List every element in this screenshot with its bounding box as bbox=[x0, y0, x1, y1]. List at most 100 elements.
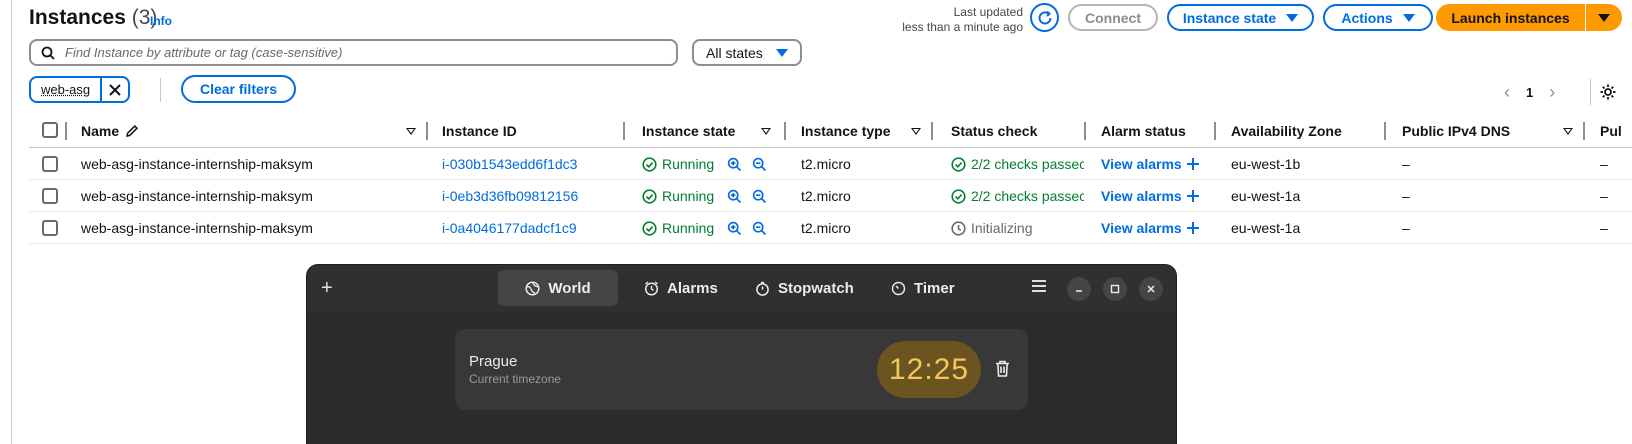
instance-state: Running bbox=[642, 220, 767, 236]
instance-name: web-asg-instance-internship-maksym bbox=[81, 156, 313, 172]
status-check: Initializing bbox=[951, 220, 1032, 236]
instance-id-link[interactable]: i-0a4046177dadcf1c9 bbox=[442, 220, 577, 236]
trash-icon[interactable] bbox=[995, 360, 1010, 377]
check-circle-icon bbox=[642, 189, 657, 204]
zoom-in-icon[interactable] bbox=[727, 157, 742, 172]
column-header-instance-state[interactable]: Instance state bbox=[642, 123, 735, 139]
refresh-icon bbox=[1036, 9, 1054, 27]
add-icon[interactable] bbox=[1187, 222, 1199, 234]
divider bbox=[160, 78, 161, 102]
connect-button[interactable]: Connect bbox=[1068, 4, 1158, 31]
check-circle-icon bbox=[642, 221, 657, 236]
tab-timer[interactable]: Timer bbox=[879, 270, 967, 306]
instance-id-link[interactable]: i-030b1543edd6f1dc3 bbox=[442, 156, 577, 172]
check-circle-icon bbox=[951, 157, 966, 172]
close-window-button[interactable] bbox=[1139, 277, 1163, 301]
search-icon bbox=[41, 46, 55, 60]
info-link[interactable]: Info bbox=[150, 14, 172, 28]
tab-alarms[interactable]: Alarms bbox=[632, 270, 730, 306]
zoom-out-icon[interactable] bbox=[752, 221, 767, 236]
availability-zone: eu-west-1b bbox=[1231, 156, 1300, 172]
availability-zone: eu-west-1a bbox=[1231, 188, 1300, 204]
public-ipv4-dns: – bbox=[1402, 156, 1410, 172]
close-icon bbox=[109, 84, 121, 96]
status-check: 2/2 checks passec bbox=[951, 188, 1084, 204]
instance-state-button[interactable]: Instance state bbox=[1167, 4, 1314, 31]
minimize-button[interactable] bbox=[1067, 277, 1091, 301]
row-checkbox[interactable] bbox=[42, 156, 58, 172]
row-checkbox[interactable] bbox=[42, 220, 58, 236]
filter-icon[interactable] bbox=[761, 128, 771, 135]
instance-type: t2.micro bbox=[801, 220, 851, 236]
launch-instances-group: Launch instances bbox=[1436, 4, 1622, 31]
table-header: Name Instance ID Instance state Instance… bbox=[29, 117, 1632, 148]
view-alarms-link[interactable]: View alarms bbox=[1101, 156, 1182, 172]
prev-page-button[interactable]: ‹ bbox=[1504, 82, 1510, 103]
public-ip: – bbox=[1600, 188, 1608, 204]
close-icon bbox=[1146, 284, 1156, 294]
page-number[interactable]: 1 bbox=[1526, 85, 1533, 100]
gear-icon[interactable] bbox=[1599, 83, 1617, 101]
tab-world[interactable]: World bbox=[498, 270, 618, 306]
instance-state: Running bbox=[642, 188, 767, 204]
column-header-availability-zone[interactable]: Availability Zone bbox=[1231, 123, 1342, 139]
add-icon[interactable] bbox=[1187, 190, 1199, 202]
alarm-icon bbox=[644, 281, 659, 296]
next-page-button[interactable]: › bbox=[1549, 82, 1555, 103]
table-row[interactable]: web-asg-instance-internship-maksym i-030… bbox=[29, 148, 1632, 180]
availability-zone: eu-west-1a bbox=[1231, 220, 1300, 236]
world-clock-card[interactable]: Prague Current timezone 12:25 bbox=[455, 329, 1028, 410]
filter-token-label[interactable]: web-asg bbox=[31, 78, 100, 101]
tab-stopwatch[interactable]: Stopwatch bbox=[743, 270, 866, 306]
clear-filters-button[interactable]: Clear filters bbox=[181, 75, 296, 103]
timer-icon bbox=[891, 281, 906, 296]
states-select[interactable]: All states bbox=[692, 39, 802, 66]
zoom-in-icon[interactable] bbox=[727, 221, 742, 236]
last-updated: Last updated less than a minute ago bbox=[902, 5, 1023, 35]
minimize-icon bbox=[1074, 284, 1084, 294]
add-icon[interactable] bbox=[1187, 158, 1199, 170]
launch-instances-button[interactable]: Launch instances bbox=[1436, 4, 1585, 31]
instance-id-link[interactable]: i-0eb3d36fb09812156 bbox=[442, 188, 578, 204]
alarm-status: View alarms bbox=[1101, 188, 1199, 204]
zoom-in-icon[interactable] bbox=[727, 189, 742, 204]
filter-icon[interactable] bbox=[911, 128, 921, 135]
column-header-public[interactable]: Pul bbox=[1600, 123, 1622, 139]
launch-dropdown-button[interactable] bbox=[1586, 4, 1622, 31]
main-menu-button[interactable] bbox=[1032, 280, 1046, 292]
public-ipv4-dns: – bbox=[1402, 220, 1410, 236]
add-city-button[interactable]: + bbox=[321, 277, 333, 300]
refresh-button[interactable] bbox=[1030, 3, 1059, 32]
status-check: 2/2 checks passec bbox=[951, 156, 1084, 172]
column-header-status-check[interactable]: Status check bbox=[951, 123, 1037, 139]
table-row[interactable]: web-asg-instance-internship-maksym i-0eb… bbox=[29, 180, 1632, 212]
column-header-public-ipv4-dns[interactable]: Public IPv4 DNS bbox=[1402, 123, 1510, 139]
alarm-status: View alarms bbox=[1101, 220, 1199, 236]
public-ipv4-dns: – bbox=[1402, 188, 1410, 204]
check-circle-icon bbox=[951, 189, 966, 204]
filter-icon[interactable] bbox=[1563, 128, 1573, 135]
actions-button[interactable]: Actions bbox=[1323, 4, 1433, 31]
column-header-name[interactable]: Name bbox=[81, 123, 139, 139]
caret-down-icon bbox=[1598, 14, 1610, 22]
public-ip: – bbox=[1600, 156, 1608, 172]
column-header-alarm-status[interactable]: Alarm status bbox=[1101, 123, 1186, 139]
select-all-checkbox[interactable] bbox=[42, 122, 58, 138]
maximize-button[interactable] bbox=[1103, 277, 1127, 301]
left-panel-border bbox=[11, 0, 12, 444]
zoom-out-icon[interactable] bbox=[752, 157, 767, 172]
zoom-out-icon[interactable] bbox=[752, 189, 767, 204]
table-row[interactable]: web-asg-instance-internship-maksym i-0a4… bbox=[29, 212, 1632, 244]
maximize-icon bbox=[1110, 284, 1120, 294]
row-checkbox[interactable] bbox=[42, 188, 58, 204]
view-alarms-link[interactable]: View alarms bbox=[1101, 220, 1182, 236]
column-header-instance-id[interactable]: Instance ID bbox=[442, 123, 517, 139]
clock-headerbar: + World Alarms Stopwatch Timer bbox=[307, 265, 1176, 312]
remove-filter-button[interactable] bbox=[100, 78, 128, 101]
view-alarms-link[interactable]: View alarms bbox=[1101, 188, 1182, 204]
column-header-instance-type[interactable]: Instance type bbox=[801, 123, 890, 139]
search-input[interactable] bbox=[65, 45, 645, 60]
check-circle-icon bbox=[642, 157, 657, 172]
stopwatch-icon bbox=[755, 281, 770, 296]
filter-icon[interactable] bbox=[406, 128, 416, 135]
